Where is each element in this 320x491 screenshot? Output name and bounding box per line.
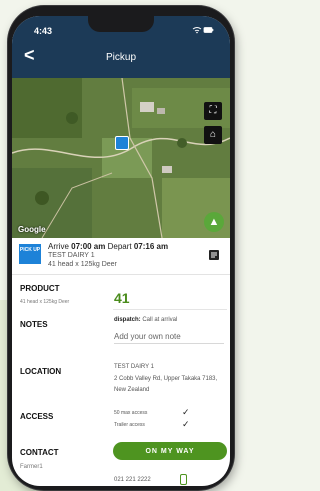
pickup-farm: TEST DAIRY 1: [48, 252, 95, 259]
phone-notch: [88, 16, 154, 32]
satellite-map: [12, 78, 230, 238]
notes-label: NOTES: [20, 320, 48, 329]
product-quantity: 41: [114, 290, 130, 306]
page-title: Pickup: [105, 52, 136, 63]
location-label: LOCATION: [20, 367, 62, 376]
own-note-input[interactable]: [114, 329, 224, 344]
fullscreen-icon[interactable]: ⛶: [204, 102, 222, 120]
pickup-location-marker[interactable]: [115, 136, 129, 150]
home-icon[interactable]: ⌂: [204, 126, 222, 144]
location-line-2: 2 Cobb Valley Rd, Upper Takaka 7183,: [114, 376, 218, 382]
status-icons: [192, 26, 214, 36]
map-view[interactable]: ⛶ ⌂ Google ▲: [12, 78, 230, 238]
wifi-battery-icon: [192, 27, 214, 34]
location-line-1: TEST DAIRY 1: [114, 364, 155, 370]
access-item: Trailer access: [114, 422, 145, 428]
phone-icon[interactable]: [180, 474, 187, 485]
checkmark-icon: ✓: [182, 407, 190, 417]
access-item: 50 max access: [114, 410, 148, 416]
checkmark-icon: ✓: [182, 419, 190, 429]
location-line-3: New Zealand: [114, 387, 150, 393]
pickup-summary[interactable]: PICK UP Arrive 07:00 am Depart 07:16 am …: [12, 238, 230, 275]
access-label: ACCESS: [20, 412, 54, 421]
divider: [113, 309, 227, 310]
product-sub: 41 head x 125kg Deer: [20, 299, 70, 305]
status-time: 4:43: [34, 26, 53, 36]
navigation-arrow-icon[interactable]: ▲: [204, 212, 224, 232]
arrive-depart-line: Arrive 07:00 am Depart 07:16 am: [48, 242, 169, 251]
google-attribution: Google: [18, 225, 46, 234]
product-label: PRODUCT: [20, 284, 60, 293]
pickup-badge: PICK UP: [19, 244, 41, 264]
app-screen: 4:43 < Pickup ⛶ ⌂ Google ▲ PICK UP Arriv…: [12, 16, 230, 486]
on-my-way-button[interactable]: ON MY WAY: [113, 442, 227, 460]
notes-icon[interactable]: [208, 249, 220, 261]
contact-label: CONTACT: [20, 448, 59, 457]
pickup-summary-text: 41 head x 125kg Deer: [48, 261, 117, 268]
contact-phone: 021 221 2222: [114, 477, 151, 483]
contact-name: Farmer1: [20, 464, 43, 470]
dispatch-note: dispatch: Call at arrival: [114, 317, 178, 323]
